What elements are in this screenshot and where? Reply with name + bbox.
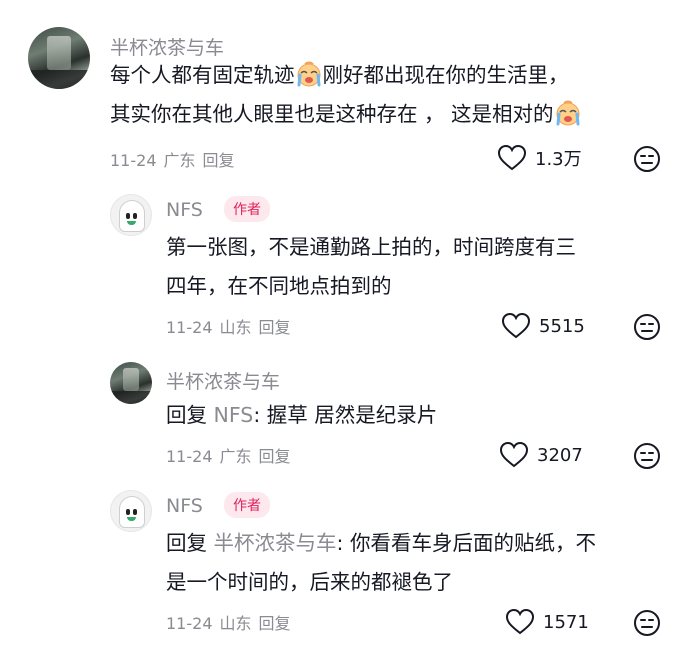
heart-outline-icon (505, 608, 535, 635)
reply-button[interactable]: 回复 (259, 614, 291, 633)
crying-face-icon (296, 61, 322, 87)
meh-face-icon[interactable] (633, 609, 661, 637)
heart-outline-icon (501, 312, 531, 339)
reply-button[interactable]: 回复 (259, 447, 291, 466)
like-count: 1.3万 (535, 149, 582, 170)
avatar[interactable] (110, 490, 152, 532)
comment-location: 广东 (163, 151, 196, 170)
comment-meta: 11-24 广东 回复 (166, 443, 298, 467)
like-count: 5515 (539, 315, 585, 337)
heart-outline-icon (499, 441, 529, 468)
reply-target-link[interactable]: 半杯浓茶与车 (214, 531, 337, 555)
comment-meta: 11-24 山东 回复 (166, 314, 298, 338)
like-button[interactable]: 3207 (499, 441, 583, 469)
like-button[interactable]: 5515 (501, 312, 585, 340)
comment-date: 11-24 (166, 614, 213, 633)
crying-face-icon (555, 100, 581, 126)
heart-outline-icon (497, 144, 527, 171)
ghost-icon (119, 200, 145, 232)
author-badge: 作者 (224, 492, 270, 518)
avatar[interactable] (28, 27, 90, 89)
comment-text[interactable]: 回复 半杯浓茶与车: 你看看车身后面的贴纸，不 是一个时间的，后来的都褪色了 (166, 524, 676, 602)
author-name[interactable]: NFS (166, 495, 203, 517)
comment-location: 广东 (219, 447, 252, 466)
meh-face-icon[interactable] (633, 442, 661, 470)
reply-button[interactable]: 回复 (259, 318, 291, 337)
author-name[interactable]: NFS (166, 199, 203, 221)
meh-face-icon[interactable] (633, 313, 661, 341)
reply-target-link[interactable]: NFS (214, 403, 254, 427)
author-name[interactable]: 半杯浓茶与车 (166, 367, 280, 394)
author-badge: 作者 (224, 196, 270, 222)
comment-date: 11-24 (166, 447, 213, 466)
like-count: 1571 (543, 611, 589, 633)
comment-text[interactable]: 第一张图，不是通勤路上拍的，时间跨度有三 四年，在不同地点拍到的 (166, 228, 676, 306)
comment-date: 11-24 (166, 318, 213, 337)
meh-face-icon[interactable] (633, 145, 661, 173)
like-count: 3207 (537, 444, 583, 466)
avatar[interactable] (110, 362, 152, 404)
comment-meta: 11-24 山东 回复 (166, 610, 298, 634)
comment-meta: 11-24 广东 回复 (110, 147, 242, 171)
ghost-icon (119, 496, 145, 528)
comment-location: 山东 (219, 318, 252, 337)
avatar[interactable] (110, 194, 152, 236)
comment-location: 山东 (219, 614, 252, 633)
like-button[interactable]: 1571 (505, 608, 589, 636)
comment-date: 11-24 (110, 151, 157, 170)
reply-button[interactable]: 回复 (203, 151, 235, 170)
comment-text[interactable]: 回复 NFS: 握草 居然是纪录片 (166, 396, 676, 435)
like-button[interactable]: 1.3万 (497, 144, 582, 172)
comment-text[interactable]: 每个人都有固定轨迹 刚好都出现在你的生活里， 其实你在其他人眼里也是这种存在 ， … (110, 56, 670, 134)
